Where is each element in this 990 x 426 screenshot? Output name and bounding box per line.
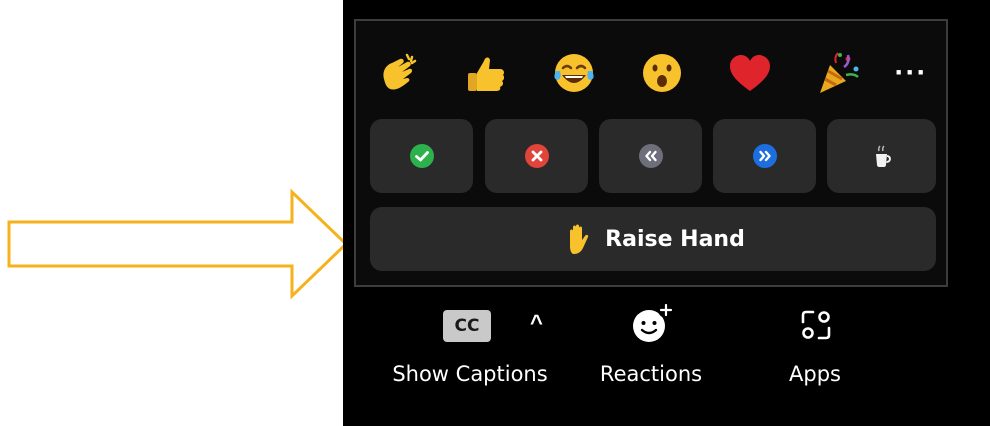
no-button[interactable] — [485, 119, 588, 193]
show-captions-button[interactable]: CC ^ Show Captions — [380, 300, 560, 400]
thumbs-up-reaction-button[interactable] — [458, 45, 514, 101]
tada-icon — [820, 52, 859, 93]
laughing-tears-icon — [554, 54, 594, 92]
surprised-face-icon — [643, 54, 681, 92]
rewind-icon — [638, 144, 663, 168]
tears-of-joy-reaction-button[interactable] — [546, 45, 602, 101]
faster-button[interactable] — [713, 119, 816, 193]
coffee-button[interactable] — [827, 119, 936, 193]
thumbs-up-icon — [468, 57, 505, 91]
clap-icon — [383, 53, 417, 90]
reactions-smiley-plus-icon — [633, 304, 674, 342]
check-icon — [409, 144, 434, 168]
clap-reaction-button[interactable] — [370, 45, 426, 101]
more-reactions-button[interactable]: ··· — [886, 45, 936, 101]
surprised-reaction-button[interactable] — [634, 45, 690, 101]
reactions-popup: ··· Raise Hand — [354, 19, 948, 287]
show-captions-label: Show Captions — [392, 362, 548, 386]
coffee-cup-icon — [875, 145, 891, 167]
reactions-label: Reactions — [599, 362, 703, 386]
emoji-reactions-row: ··· — [370, 45, 936, 101]
status-reactions-row — [370, 119, 936, 193]
raised-hand-icon — [570, 224, 589, 254]
fast-forward-icon — [752, 144, 777, 168]
reactions-button[interactable]: Reactions — [588, 300, 714, 400]
apps-label: Apps — [789, 362, 841, 386]
party-popper-reaction-button[interactable] — [810, 45, 866, 101]
apps-icon — [801, 310, 831, 340]
annotation-arrow — [7, 188, 349, 300]
apps-button[interactable]: Apps — [770, 300, 860, 400]
heart-icon — [730, 55, 770, 91]
yes-button[interactable] — [370, 119, 473, 193]
heart-reaction-button[interactable] — [722, 45, 778, 101]
captions-options-chevron-icon[interactable]: ^ — [530, 312, 543, 334]
raise-hand-button[interactable]: Raise Hand — [370, 207, 936, 271]
more-dots-icon: ··· — [894, 56, 928, 89]
raise-hand-label: Raise Hand — [605, 226, 745, 252]
closed-captions-icon: CC — [443, 310, 491, 342]
slower-button[interactable] — [599, 119, 702, 193]
x-icon — [524, 144, 549, 168]
